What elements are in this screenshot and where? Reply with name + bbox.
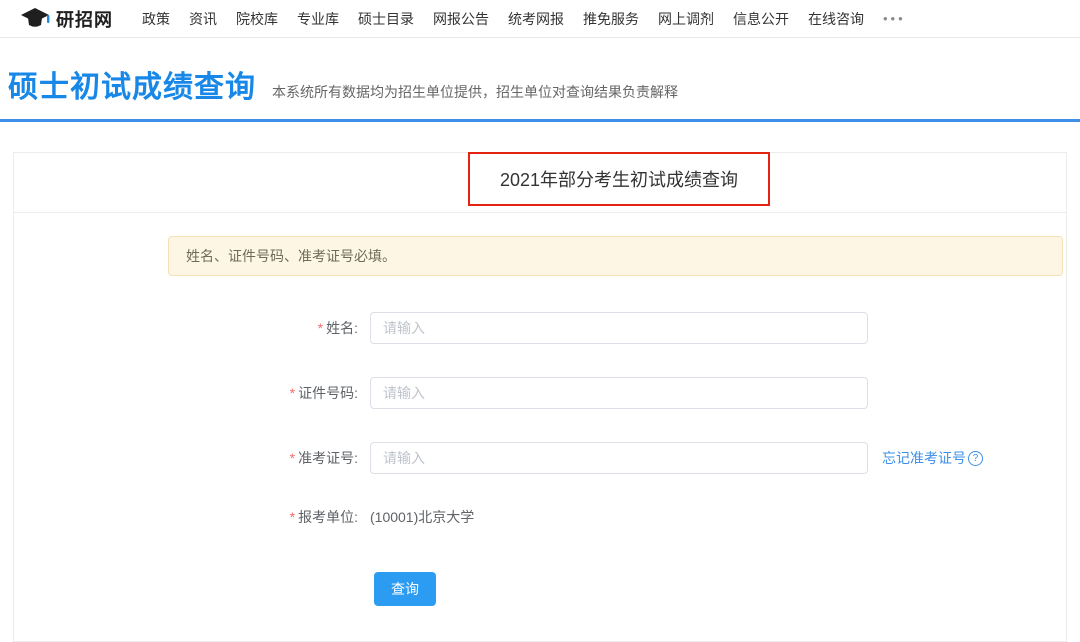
site-logo[interactable]: 研招网: [20, 6, 113, 32]
required-asterisk: *: [290, 509, 295, 525]
nav-item-online-consult[interactable]: 在线咨询: [808, 9, 864, 29]
nav-item-exempt-service[interactable]: 推免服务: [583, 9, 639, 29]
page-subtitle: 本系统所有数据均为招生单位提供，招生单位对查询结果负责解释: [272, 82, 678, 102]
nav-more-dots-icon[interactable]: •••: [883, 11, 906, 26]
nav-item-policy[interactable]: 政策: [142, 9, 170, 29]
required-fields-alert: 姓名、证件号码、准考证号必填。: [168, 236, 1063, 276]
apply-unit-row: *报考单位: (10001)北京大学: [14, 507, 1066, 527]
nav-item-major-library[interactable]: 专业库: [297, 9, 339, 29]
name-row: *姓名:: [14, 312, 1066, 344]
nav-item-college-library[interactable]: 院校库: [236, 9, 278, 29]
required-asterisk: *: [290, 450, 295, 466]
top-nav: 研招网 政策 资讯 院校库 专业库 硕士目录 网报公告 统考网报 推免服务 网上…: [0, 0, 1080, 38]
admission-ticket-row: *准考证号: 忘记准考证号?: [14, 442, 1066, 474]
required-asterisk: *: [290, 385, 295, 401]
card-title: 2021年部分考生初试成绩查询: [500, 166, 738, 192]
name-label: *姓名:: [14, 318, 370, 338]
admission-ticket-input[interactable]: [370, 442, 868, 474]
nav-item-online-adjustment[interactable]: 网上调剂: [658, 9, 714, 29]
id-number-input[interactable]: [370, 377, 868, 409]
required-asterisk: *: [318, 320, 323, 336]
admission-ticket-label: *准考证号:: [14, 448, 370, 468]
page-header: 硕士初试成绩查询 本系统所有数据均为招生单位提供，招生单位对查询结果负责解释: [0, 38, 1080, 119]
nav-item-online-report-notice[interactable]: 网报公告: [433, 9, 489, 29]
nav-item-info-disclosure[interactable]: 信息公开: [733, 9, 789, 29]
nav-menu: 政策 资讯 院校库 专业库 硕士目录 网报公告 统考网报 推免服务 网上调剂 信…: [142, 9, 906, 29]
graduation-cap-icon: [20, 7, 50, 31]
submit-row: 查询: [14, 572, 1066, 606]
query-button[interactable]: 查询: [374, 572, 436, 606]
red-annotation-box: 2021年部分考生初试成绩查询: [468, 152, 770, 206]
logo-text: 研招网: [56, 6, 113, 32]
alert-text: 姓名、证件号码、准考证号必填。: [186, 246, 396, 266]
query-form: *姓名: *证件号码: *准考证号: 忘记准考证号? *报考单位: (10001…: [14, 312, 1066, 606]
help-question-icon[interactable]: ?: [968, 451, 983, 466]
blue-divider: [0, 119, 1080, 122]
nav-item-news[interactable]: 资讯: [189, 9, 217, 29]
nav-item-unified-exam-report[interactable]: 统考网报: [508, 9, 564, 29]
id-number-row: *证件号码:: [14, 377, 1066, 409]
name-input[interactable]: [370, 312, 868, 344]
nav-item-master-catalog[interactable]: 硕士目录: [358, 9, 414, 29]
card-header: 2021年部分考生初试成绩查询: [14, 153, 1066, 213]
forgot-ticket-link[interactable]: 忘记准考证号?: [882, 448, 983, 468]
query-card: 2021年部分考生初试成绩查询 姓名、证件号码、准考证号必填。 *姓名: *证件…: [13, 152, 1067, 642]
id-number-label: *证件号码:: [14, 383, 370, 403]
apply-unit-label: *报考单位:: [14, 507, 370, 527]
page-title: 硕士初试成绩查询: [8, 62, 256, 106]
apply-unit-value: (10001)北京大学: [370, 507, 474, 527]
